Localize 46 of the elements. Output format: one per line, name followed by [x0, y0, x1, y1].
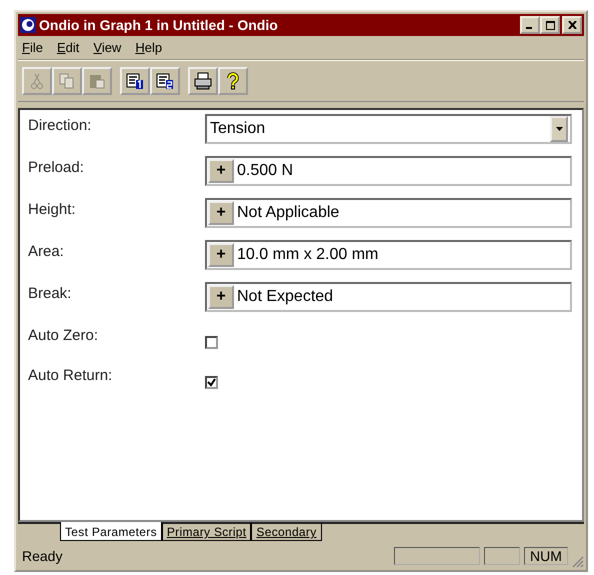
toolbar-sheet2-button[interactable]: [150, 67, 180, 95]
menu-item[interactable]: View: [93, 40, 122, 55]
field-label: Preload:: [28, 158, 85, 176]
maximize-button[interactable]: [540, 16, 560, 34]
value-field[interactable]: 10.0 mm x 2.00 mm: [234, 246, 570, 264]
field-label: Area:: [28, 242, 65, 260]
field-label: Auto Return:: [28, 366, 114, 384]
copy-icon: [58, 72, 76, 90]
menu-item[interactable]: Help: [135, 40, 162, 55]
checkbox[interactable]: [205, 336, 218, 349]
field-label: Auto Zero:: [28, 326, 100, 344]
sheet-one-icon: [126, 72, 144, 90]
field-label: Direction:: [28, 116, 92, 134]
num-lock-indicator: NUM: [524, 547, 568, 565]
expand-button[interactable]: +: [208, 159, 234, 183]
expand-button[interactable]: +: [208, 201, 234, 225]
app-logo-icon: [20, 17, 36, 33]
status-text: Ready: [21, 548, 64, 564]
printer-icon: [194, 72, 212, 90]
scissors-icon: [28, 72, 46, 90]
value-field[interactable]: Not Expected: [234, 288, 570, 306]
checkbox[interactable]: [205, 376, 218, 389]
clipboard-icon: [88, 72, 106, 90]
tab[interactable]: Secondary: [251, 522, 322, 541]
toolbar-help-button[interactable]: [218, 67, 248, 95]
tab[interactable]: Primary Script: [162, 522, 252, 541]
field-label: Height:: [28, 200, 77, 218]
close-button[interactable]: [562, 16, 582, 34]
minimize-button[interactable]: [520, 16, 540, 34]
window-title: Ondio in Graph 1 in Untitled - Ondio: [39, 17, 279, 33]
expand-button[interactable]: +: [208, 243, 234, 267]
close-icon: [568, 21, 576, 29]
toolbar-print-button[interactable]: [188, 67, 218, 95]
dropdown-field[interactable]: Tension: [205, 114, 572, 144]
toolbar-sheet1-button[interactable]: [120, 67, 150, 95]
value-field[interactable]: 0.500 N: [234, 162, 570, 180]
value-field[interactable]: Not Applicable: [234, 204, 570, 222]
sheet-two-icon: [156, 72, 174, 90]
expand-button[interactable]: +: [208, 285, 234, 309]
status-pane: [484, 547, 520, 565]
tab[interactable]: Test Parameters: [60, 522, 162, 541]
resize-grip-icon: [572, 556, 584, 568]
menu-item[interactable]: File: [22, 40, 43, 55]
maximize-icon: [546, 20, 554, 30]
menu-item[interactable]: Edit: [56, 40, 80, 55]
field-label: Break:: [28, 284, 72, 302]
